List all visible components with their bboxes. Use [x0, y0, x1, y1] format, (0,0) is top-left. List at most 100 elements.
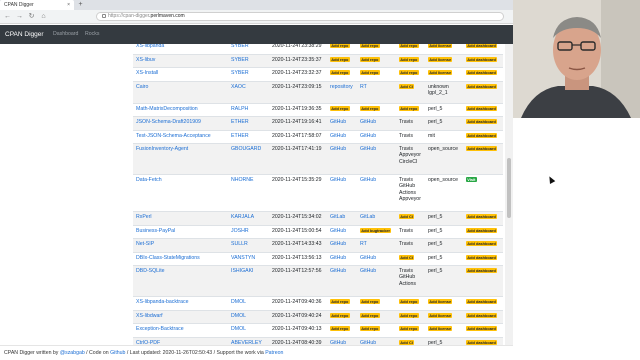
author-link[interactable]: ETHER — [231, 119, 249, 125]
scrollbar-thumb[interactable] — [507, 158, 511, 218]
site-brand-link[interactable]: CPAN Digger — [5, 25, 44, 44]
action-badge[interactable]: Add dashboard — [466, 44, 498, 49]
external-link[interactable]: GitHub — [330, 119, 346, 125]
module-name-link[interactable]: XS-Install — [136, 70, 158, 76]
external-link[interactable]: GitHub — [360, 119, 376, 125]
external-link[interactable]: GitHub — [360, 268, 376, 274]
action-badge[interactable]: Add repo — [399, 312, 419, 318]
author-link[interactable]: DMOL — [231, 299, 246, 305]
author-link[interactable]: ISHIGAKI — [231, 268, 254, 274]
action-badge[interactable]: Add CI — [399, 339, 415, 345]
action-badge[interactable]: Add CI — [399, 83, 415, 89]
action-badge[interactable]: Add repo — [399, 105, 419, 111]
module-name-link[interactable]: Net-SIP — [136, 241, 154, 247]
footer-patreon-link[interactable]: Patreon — [265, 350, 283, 356]
external-link[interactable]: repository — [330, 84, 353, 90]
action-badge[interactable]: Add repo — [360, 70, 380, 76]
nav-link-dashboard[interactable]: Dashboard — [53, 25, 78, 44]
action-badge[interactable]: Add CI — [399, 254, 415, 260]
module-name-link[interactable]: Data-Fetch — [136, 177, 162, 183]
action-badge[interactable]: Add repo — [399, 326, 419, 332]
reload-icon[interactable]: ↻ — [27, 12, 36, 21]
action-badge[interactable]: Add dashboard — [466, 105, 498, 111]
action-badge[interactable]: Add dashboard — [466, 312, 498, 318]
external-link[interactable]: GitLab — [330, 214, 345, 220]
external-link[interactable]: GitHub — [330, 241, 346, 247]
footer-github-link[interactable]: Github — [110, 350, 125, 356]
action-badge[interactable]: Add repo — [399, 56, 419, 62]
action-badge[interactable]: Visit — [466, 177, 477, 183]
external-link[interactable]: GitHub — [330, 146, 346, 152]
action-badge[interactable]: Add dashboard — [466, 268, 498, 274]
action-badge[interactable]: Add repo — [360, 56, 380, 62]
author-link[interactable]: SULLR — [231, 241, 248, 247]
external-link[interactable]: GitHub — [330, 133, 346, 139]
nav-link-rocks[interactable]: Rocks — [85, 25, 99, 44]
action-badge[interactable]: Add dashboard — [466, 299, 498, 305]
external-link[interactable]: GitHub — [330, 228, 346, 234]
action-badge[interactable]: Add dashboard — [466, 326, 498, 332]
tab-close-icon[interactable]: × — [67, 0, 70, 10]
author-link[interactable]: KARJALA — [231, 214, 254, 220]
external-link[interactable]: GitLab — [360, 214, 375, 220]
author-link[interactable]: SYBER — [231, 70, 249, 76]
action-badge[interactable]: Add repo — [330, 105, 350, 111]
action-badge[interactable]: Add dashboard — [466, 146, 498, 152]
action-badge[interactable]: Add dashboard — [466, 214, 498, 220]
author-link[interactable]: NHORNE — [231, 177, 253, 183]
action-badge[interactable]: Add repo — [330, 326, 350, 332]
module-name-link[interactable]: DBIx-Class-StateMigrations — [136, 255, 200, 261]
module-name-link[interactable]: XS-libpanda-backtrace — [136, 299, 188, 305]
action-badge[interactable]: Add dashboard — [466, 132, 498, 138]
author-link[interactable]: SYBER — [231, 44, 249, 49]
module-name-link[interactable]: JSON-Schema-Draft201909 — [136, 119, 201, 125]
action-badge[interactable]: Add license — [428, 326, 453, 332]
back-arrow-icon[interactable]: ← — [3, 12, 12, 21]
author-link[interactable]: DMOL — [231, 326, 246, 332]
external-link[interactable]: RT — [360, 84, 367, 90]
module-name-link[interactable]: XS-libuv — [136, 57, 155, 63]
external-link[interactable]: GitHub — [330, 255, 346, 261]
action-badge[interactable]: Add dashboard — [466, 241, 498, 247]
action-badge[interactable]: Add dashboard — [466, 119, 498, 125]
module-name-link[interactable]: Business-PayPal — [136, 228, 175, 234]
action-badge[interactable]: Add repo — [330, 44, 350, 49]
author-link[interactable]: GBOUGARD — [231, 146, 261, 152]
action-badge[interactable]: Add repo — [399, 44, 419, 49]
module-name-link[interactable]: XS-libpanda — [136, 44, 164, 49]
module-name-link[interactable]: XS-libdwarf — [136, 313, 163, 319]
action-badge[interactable]: Add CI — [399, 214, 415, 220]
action-badge[interactable]: Add dashboard — [466, 83, 498, 89]
action-badge[interactable]: Add repo — [360, 44, 380, 49]
action-badge[interactable]: Add dashboard — [466, 339, 498, 345]
external-link[interactable]: GitHub — [360, 133, 376, 139]
action-badge[interactable]: Add repo — [330, 70, 350, 76]
action-badge[interactable]: Add repo — [360, 105, 380, 111]
new-tab-icon[interactable]: + — [76, 0, 85, 10]
browser-tab[interactable]: CPAN Digger × — [0, 0, 74, 10]
author-link[interactable]: XAOC — [231, 84, 246, 90]
module-name-link[interactable]: FusionInventory-Agent — [136, 146, 188, 152]
action-badge[interactable]: Add repo — [330, 312, 350, 318]
external-link[interactable]: GitHub — [360, 177, 376, 183]
module-name-link[interactable]: Test-JSON-Schema-Acceptance — [136, 133, 211, 139]
forward-arrow-icon[interactable]: → — [15, 12, 24, 21]
action-badge[interactable]: Add dashboard — [466, 56, 498, 62]
action-badge[interactable]: Add license — [428, 70, 453, 76]
module-name-link[interactable]: Cairo — [136, 84, 148, 90]
author-link[interactable]: ETHER — [231, 133, 249, 139]
action-badge[interactable]: Add repo — [399, 299, 419, 305]
module-name-link[interactable]: Exception-Backtrace — [136, 326, 184, 332]
action-badge[interactable]: Add repo — [330, 56, 350, 62]
address-bar[interactable]: https://cpan-digger.perlmaven.com — [96, 12, 504, 21]
action-badge[interactable]: Add license — [428, 312, 453, 318]
action-badge[interactable]: Add repo — [360, 299, 380, 305]
external-link[interactable]: GitHub — [360, 146, 376, 152]
external-link[interactable]: GitHub — [330, 268, 346, 274]
external-link[interactable]: GitHub — [330, 177, 346, 183]
action-badge[interactable]: Add repo — [360, 326, 380, 332]
action-badge[interactable]: Add license — [428, 299, 453, 305]
external-link[interactable]: RT — [360, 241, 367, 247]
author-link[interactable]: RALPH — [231, 106, 248, 112]
action-badge[interactable]: Add license — [428, 56, 453, 62]
